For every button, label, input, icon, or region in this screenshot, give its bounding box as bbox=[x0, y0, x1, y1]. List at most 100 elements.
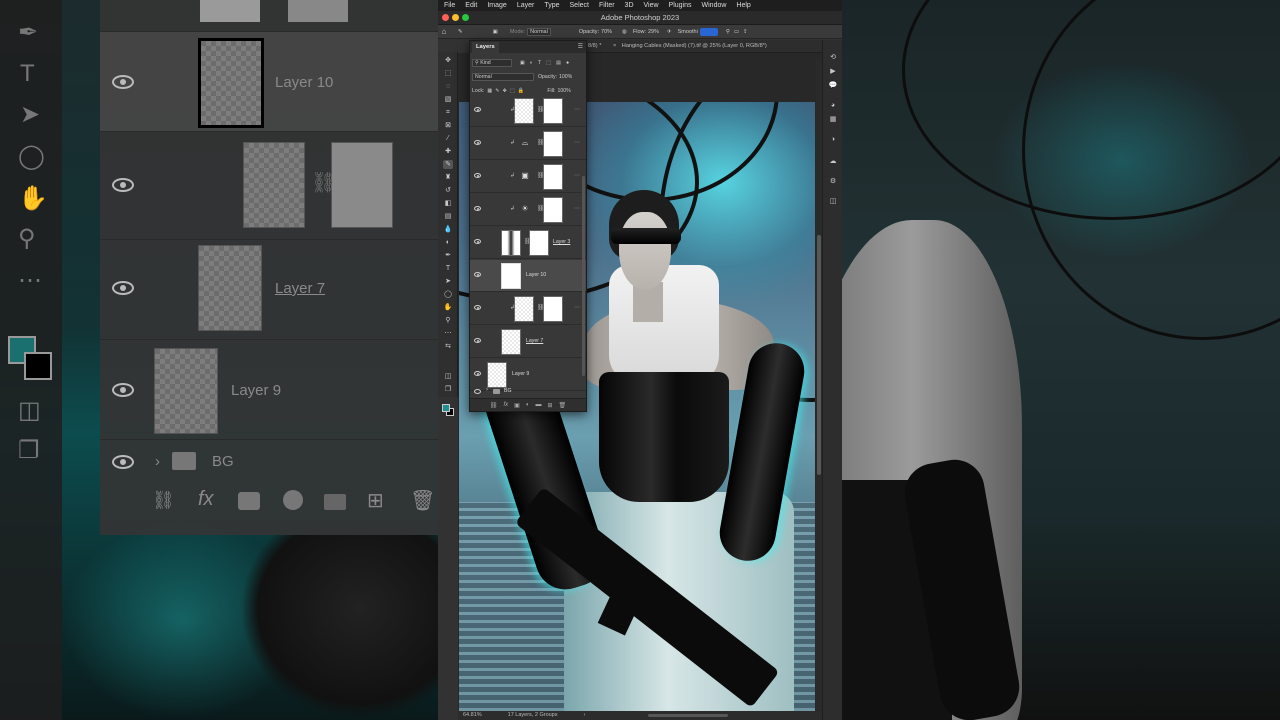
eye-icon[interactable] bbox=[474, 371, 481, 376]
color-panel-icon[interactable]: ◕ bbox=[828, 102, 838, 110]
zoom-readout[interactable]: 64.81% bbox=[463, 711, 482, 720]
crop-tool-icon[interactable]: ⌗ bbox=[443, 108, 453, 117]
add-mask-icon[interactable]: ▣ bbox=[514, 402, 520, 409]
fx-icon[interactable]: fx bbox=[504, 402, 509, 408]
eye-icon[interactable] bbox=[474, 239, 481, 244]
menu-select[interactable]: Select bbox=[570, 2, 589, 9]
menu-type[interactable]: Type bbox=[544, 2, 559, 9]
type-tool-icon[interactable]: T bbox=[443, 264, 453, 273]
dodge-tool-icon[interactable]: ◐ bbox=[443, 238, 453, 247]
airbrush-icon[interactable]: ✈ bbox=[667, 29, 672, 35]
hand-tool-icon[interactable]: ✋ bbox=[443, 303, 453, 312]
frame-tool-icon[interactable]: ⊠ bbox=[443, 121, 453, 130]
filter-type-icons[interactable]: ▣◐T⬚▤● bbox=[520, 60, 574, 66]
layer-row[interactable]: ↲ ⌓ ⛓ ⋯ bbox=[470, 128, 586, 160]
scrollbar-thumb[interactable] bbox=[817, 235, 821, 475]
link-layers-icon[interactable]: ⛓ bbox=[490, 402, 498, 409]
layer-row[interactable]: ↲ ⛓ ⋯ bbox=[470, 95, 586, 127]
menu-3d[interactable]: 3D bbox=[625, 2, 634, 9]
actions-panel-icon[interactable]: ▶ bbox=[828, 68, 838, 76]
mask-thumbnail[interactable] bbox=[543, 164, 563, 190]
flow-value[interactable]: 29% bbox=[648, 29, 659, 35]
tab-close-icon[interactable]: × bbox=[613, 43, 616, 49]
eye-icon[interactable] bbox=[474, 173, 481, 178]
trash-icon[interactable]: 🗑 bbox=[559, 402, 567, 409]
lasso-tool-icon[interactable]: ◌ bbox=[443, 82, 453, 91]
layer-name[interactable]: Layer 10 bbox=[526, 272, 546, 278]
menu-view[interactable]: View bbox=[644, 2, 659, 9]
menu-layer[interactable]: Layer bbox=[517, 2, 535, 9]
eraser-tool-icon[interactable]: ◧ bbox=[443, 199, 453, 208]
mask-thumbnail[interactable] bbox=[529, 230, 549, 256]
mask-thumbnail[interactable] bbox=[543, 131, 563, 157]
mask-thumbnail[interactable] bbox=[543, 197, 563, 223]
status-arrow-icon[interactable]: › bbox=[584, 711, 586, 720]
layer-name[interactable]: Layer 3 bbox=[553, 239, 570, 245]
group-name[interactable]: BG bbox=[504, 388, 512, 394]
brush-preset-icon[interactable]: ✎ bbox=[458, 29, 463, 35]
menu-help[interactable]: Help bbox=[736, 2, 750, 9]
brush-tool-icon[interactable]: ✎ bbox=[443, 160, 453, 169]
menu-window[interactable]: Window bbox=[702, 2, 727, 9]
eyedropper-tool-icon[interactable]: ⁄ bbox=[443, 134, 453, 143]
zoom-tool-icon[interactable]: ⚲ bbox=[443, 316, 453, 325]
layer-name[interactable]: Layer 7 bbox=[526, 338, 543, 344]
healing-tool-icon[interactable]: ✚ bbox=[443, 147, 453, 156]
opacity-value[interactable]: 100% bbox=[559, 74, 572, 80]
eye-icon[interactable] bbox=[474, 305, 481, 310]
share-icon[interactable]: ⇪ bbox=[743, 29, 748, 35]
layer-row[interactable]: ↲ ▣ ⛓ ⋯ bbox=[470, 161, 586, 193]
layers-scrollbar[interactable] bbox=[582, 176, 585, 376]
blend-mode-select[interactable]: Normal bbox=[472, 73, 534, 81]
clone-stamp-tool-icon[interactable]: ♜ bbox=[443, 173, 453, 182]
libraries-panel-icon[interactable]: ☁ bbox=[828, 158, 838, 166]
workspace-icon[interactable]: ▭ bbox=[734, 29, 739, 35]
layer-row[interactable]: ↲ ☀ ⛓ ⋯ bbox=[470, 194, 586, 226]
eye-icon[interactable] bbox=[474, 206, 481, 211]
mode-select[interactable]: Normal bbox=[527, 27, 551, 36]
path-select-tool-icon[interactable]: ➤ bbox=[443, 277, 453, 286]
foreground-color-swatch[interactable] bbox=[442, 404, 450, 412]
menu-plugins[interactable]: Plugins bbox=[669, 2, 692, 9]
layer-row[interactable]: ⛓ Layer 3 bbox=[470, 227, 586, 259]
pressure-opacity-icon[interactable]: ◍ bbox=[622, 29, 627, 35]
gradient-tool-icon[interactable]: ▤ bbox=[443, 212, 453, 221]
new-group-icon[interactable]: ▬ bbox=[535, 402, 541, 408]
menu-filter[interactable]: Filter bbox=[599, 2, 615, 9]
eye-icon[interactable] bbox=[474, 107, 481, 112]
move-tool-icon[interactable]: ✥ bbox=[443, 56, 453, 65]
swatches-panel-icon[interactable]: ▦ bbox=[828, 116, 838, 124]
mask-thumbnail[interactable] bbox=[543, 296, 563, 322]
group-row[interactable]: › BG bbox=[470, 386, 586, 398]
lock-icons[interactable]: ▦✎✥⬚🔒 bbox=[487, 88, 527, 94]
opacity-value[interactable]: 70% bbox=[601, 29, 612, 35]
search-icon[interactable]: ⚲ bbox=[726, 29, 730, 35]
properties-panel-icon[interactable]: ⚙ bbox=[828, 178, 838, 186]
object-select-tool-icon[interactable]: ▧ bbox=[443, 95, 453, 104]
brush-panel-icon[interactable]: ▣ bbox=[493, 29, 498, 35]
new-layer-icon[interactable]: ⊞ bbox=[547, 402, 552, 409]
history-brush-tool-icon[interactable]: ↺ bbox=[443, 186, 453, 195]
chevron-right-icon[interactable]: › bbox=[486, 387, 488, 393]
panel-menu-icon[interactable]: ☰ bbox=[578, 43, 583, 50]
document-info[interactable]: 17 Layers, 2 Groups bbox=[508, 711, 558, 720]
adjustments-panel-icon[interactable]: ◑ bbox=[828, 136, 838, 144]
ellipse-tool-icon[interactable]: ◯ bbox=[443, 290, 453, 299]
smoothing-input[interactable] bbox=[699, 27, 718, 36]
menu-edit[interactable]: Edit bbox=[465, 2, 477, 9]
fill-value[interactable]: 100% bbox=[557, 88, 570, 94]
eye-icon[interactable] bbox=[474, 272, 481, 277]
comments-panel-icon[interactable]: 💬 bbox=[828, 82, 838, 90]
filter-kind-select[interactable]: ⚲ Kind bbox=[472, 59, 512, 67]
mask-thumbnail[interactable] bbox=[543, 98, 563, 124]
layer-row[interactable]: Layer 7 bbox=[470, 326, 586, 358]
swap-colors-icon[interactable]: ⇆ bbox=[443, 342, 453, 351]
layer-name[interactable]: Layer 9 bbox=[512, 371, 529, 377]
tab-layers[interactable]: Layers bbox=[472, 42, 499, 53]
eye-icon[interactable] bbox=[474, 389, 481, 394]
document-tab[interactable]: 8/8) * × Hanging Cables (Masked) (7).tif… bbox=[584, 40, 838, 53]
history-panel-icon[interactable]: ⟲ bbox=[828, 54, 838, 62]
horizontal-scroll-thumb[interactable] bbox=[648, 714, 728, 717]
home-icon[interactable]: ⌂ bbox=[438, 27, 450, 36]
marquee-tool-icon[interactable]: ⬚ bbox=[443, 69, 453, 78]
